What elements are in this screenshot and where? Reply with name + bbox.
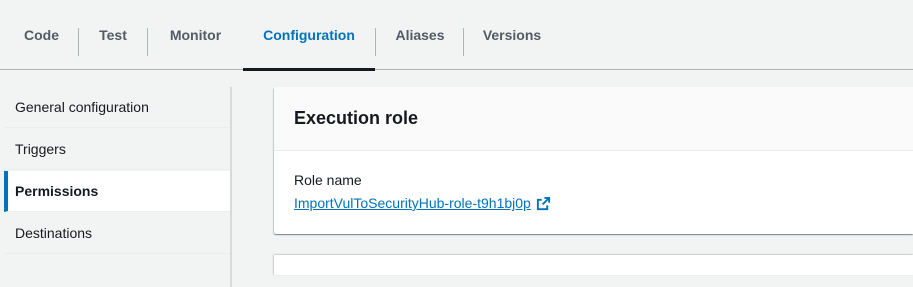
sidenav-item-permissions[interactable]: Permissions [4,171,230,212]
tab-code[interactable]: Code [10,0,73,70]
tab-configuration-label: Configuration [263,27,355,43]
sidenav-item-label: Permissions [15,183,99,199]
tab-bar: Code Test Monitor Configuration Aliases … [0,0,913,71]
tab-test-label: Test [99,27,127,43]
tab-monitor[interactable]: Monitor [153,0,238,70]
sidenav-item-label: General configuration [15,99,149,115]
tab-aliases-label: Aliases [395,27,445,43]
sidenav-item-label: Destinations [15,225,93,241]
external-link-icon[interactable] [536,196,551,211]
configuration-side-nav: General configuration Triggers Permissio… [4,87,232,287]
role-name-label: Role name [294,172,362,188]
next-panel [274,255,913,275]
tab-divider [147,28,148,56]
tab-divider [375,28,376,56]
tab-divider [78,28,79,56]
sidenav-item-triggers[interactable]: Triggers [4,129,230,170]
tab-configuration[interactable]: Configuration [243,0,375,71]
tab-test[interactable]: Test [84,0,142,70]
role-name-value: ImportVulToSecurityHub-role-t9h1bj0p [294,195,893,211]
tab-code-label: Code [24,27,59,43]
sidenav-item-label: Triggers [15,141,66,157]
panel-header: Execution role [274,87,913,151]
execution-role-panel: Execution role Role name ImportVulToSecu… [274,87,913,234]
role-name-link[interactable]: ImportVulToSecurityHub-role-t9h1bj0p [294,195,531,211]
panel-title: Execution role [294,108,419,128]
tab-monitor-label: Monitor [169,27,222,43]
sidenav-item-general-configuration[interactable]: General configuration [4,87,230,128]
tab-aliases[interactable]: Aliases [381,0,459,70]
tab-divider [463,28,464,56]
tab-versions[interactable]: Versions [469,0,555,70]
panel-body: Role name ImportVulToSecurityHub-role-t9… [274,151,913,231]
tab-versions-label: Versions [482,27,542,43]
sidenav-item-destinations[interactable]: Destinations [4,213,230,254]
